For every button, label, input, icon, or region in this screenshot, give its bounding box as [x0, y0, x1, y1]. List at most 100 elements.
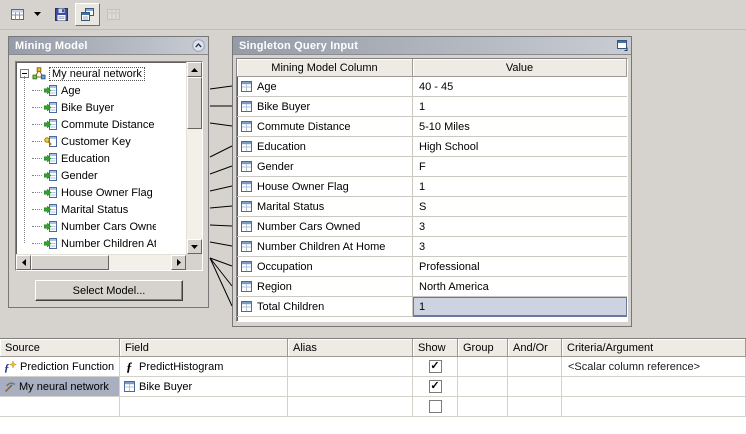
column-name-cell: Occupation: [237, 257, 413, 277]
criteria-cell[interactable]: <Scalar column reference>: [562, 357, 746, 377]
mining-model-panel-header: Mining Model: [9, 37, 208, 55]
tree-children: AgeBike BuyerCommute DistanceCustomer Ke…: [18, 82, 185, 252]
field-cell[interactable]: Bike Buyer: [120, 377, 288, 397]
tree-item-gender[interactable]: Gender: [18, 167, 185, 184]
value-cell[interactable]: 1: [413, 97, 627, 117]
scroll-down-button[interactable]: [187, 239, 202, 254]
value-label: Professional: [419, 261, 480, 273]
andor-cell[interactable]: [508, 377, 562, 397]
field-cell[interactable]: ƒPredictHistogram: [120, 357, 288, 377]
value-cell[interactable]: 1: [413, 297, 627, 317]
show-checkbox[interactable]: [429, 400, 442, 413]
show-checkbox[interactable]: ✓: [429, 380, 442, 393]
save-button[interactable]: [49, 3, 74, 26]
field-label: Bike Buyer: [139, 381, 192, 393]
tree-item-customer-key[interactable]: Customer Key: [18, 133, 185, 150]
value-cell[interactable]: Professional: [413, 257, 627, 277]
table-column-icon: [240, 280, 253, 293]
tree-item-bike-buyer[interactable]: Bike Buyer: [18, 99, 185, 116]
header-mining-model-column: Mining Model Column: [237, 59, 413, 77]
tree-connector-tick: [32, 226, 42, 227]
group-cell[interactable]: [458, 397, 508, 417]
tree-connector-tick: [32, 107, 42, 108]
field-cell[interactable]: [120, 397, 288, 417]
column-name-cell: Gender: [237, 157, 413, 177]
grid-header-group: Group: [458, 339, 508, 357]
show-checkbox[interactable]: ✓: [429, 360, 442, 373]
column-name-label: House Owner Flag: [257, 181, 349, 193]
value-cell[interactable]: 3: [413, 237, 627, 257]
source-cell[interactable]: My neural network: [0, 377, 120, 397]
tree-connector-tick: [32, 124, 42, 125]
column-name-label: Age: [257, 81, 277, 93]
scroll-left-button[interactable]: [16, 255, 31, 270]
tree-item-marital-status[interactable]: Marital Status: [18, 201, 185, 218]
value-cell[interactable]: 5-10 Miles: [413, 117, 627, 137]
criteria-cell[interactable]: [562, 377, 746, 397]
column-name-cell: Number Cars Owned: [237, 217, 413, 237]
value-cell[interactable]: 40 - 45: [413, 77, 627, 97]
column-name-cell: Region: [237, 277, 413, 297]
input-column-icon: [44, 84, 58, 97]
tree-root-my-neural-network[interactable]: My neural network: [18, 65, 185, 82]
tree-item-label: Marital Status: [61, 204, 128, 216]
vertical-scroll-thumb[interactable]: [187, 77, 202, 129]
tree-item-label: Education: [61, 153, 110, 165]
float-window-icon[interactable]: [614, 39, 628, 53]
tree-vertical-scrollbar[interactable]: [186, 62, 202, 254]
group-cell[interactable]: [458, 357, 508, 377]
pane-view-selector-button[interactable]: [5, 3, 30, 26]
tree-horizontal-scrollbar[interactable]: [16, 254, 186, 270]
tree-item-label: Gender: [61, 170, 98, 182]
value-label: 1: [419, 181, 425, 193]
value-label: 3: [419, 241, 425, 253]
source-cell[interactable]: [0, 397, 120, 417]
scroll-up-button[interactable]: [187, 62, 202, 77]
query-result-icon: [106, 7, 121, 22]
pane-view-selector-dropdown[interactable]: [31, 3, 44, 26]
tree-item-education[interactable]: Education: [18, 150, 185, 167]
value-label: F: [419, 161, 426, 173]
column-name-label: Total Children: [257, 301, 324, 313]
column-name-label: Bike Buyer: [257, 101, 310, 113]
input-column-icon: [44, 220, 58, 233]
tree-item-age[interactable]: Age: [18, 82, 185, 99]
scroll-right-button[interactable]: [171, 255, 186, 270]
value-cell[interactable]: 1: [413, 177, 627, 197]
criteria-cell[interactable]: [562, 397, 746, 417]
value-cell[interactable]: 3: [413, 217, 627, 237]
singleton-query-button[interactable]: [75, 3, 100, 26]
tree-item-number-children-at-home[interactable]: Number Children At Home: [18, 235, 185, 252]
andor-cell[interactable]: [508, 397, 562, 417]
alias-cell[interactable]: [288, 377, 413, 397]
query-result-view-button[interactable]: [101, 3, 126, 26]
alias-cell[interactable]: [288, 397, 413, 417]
value-cell[interactable]: S: [413, 197, 627, 217]
source-cell[interactable]: ƒPrediction Function: [0, 357, 120, 377]
group-cell[interactable]: [458, 377, 508, 397]
column-name-label: Number Cars Owned: [257, 221, 360, 233]
input-column-icon: [44, 186, 58, 199]
table-column-icon: [240, 260, 253, 273]
chevron-up-icon[interactable]: [191, 39, 205, 53]
criteria-grid: SourceFieldAliasShowGroupAnd/OrCriteria/…: [0, 338, 746, 434]
singleton-row-region: RegionNorth America: [237, 277, 627, 297]
table-grid-icon: [10, 7, 25, 22]
value-cell[interactable]: F: [413, 157, 627, 177]
tree-item-house-owner-flag[interactable]: House Owner Flag: [18, 184, 185, 201]
value-label: 1: [419, 301, 425, 313]
tree-item-commute-distance[interactable]: Commute Distance: [18, 116, 185, 133]
value-cell[interactable]: High School: [413, 137, 627, 157]
select-model-button[interactable]: Select Model...: [35, 280, 183, 301]
mining-model-tree: My neural network AgeBike BuyerCommute D…: [15, 61, 203, 271]
source-label: Prediction Function: [20, 361, 114, 373]
horizontal-scroll-thumb[interactable]: [31, 255, 109, 270]
singleton-row-gender: Gender F: [237, 157, 627, 177]
value-cell[interactable]: North America: [413, 277, 627, 297]
alias-cell[interactable]: [288, 357, 413, 377]
column-name-label: Gender: [257, 161, 294, 173]
andor-cell[interactable]: [508, 357, 562, 377]
singleton-query-input-panel: Singleton Query Input Mining Model Colum…: [232, 36, 632, 327]
tree-item-number-cars-owned[interactable]: Number Cars Owned: [18, 218, 185, 235]
show-cell: ✓: [413, 377, 458, 397]
